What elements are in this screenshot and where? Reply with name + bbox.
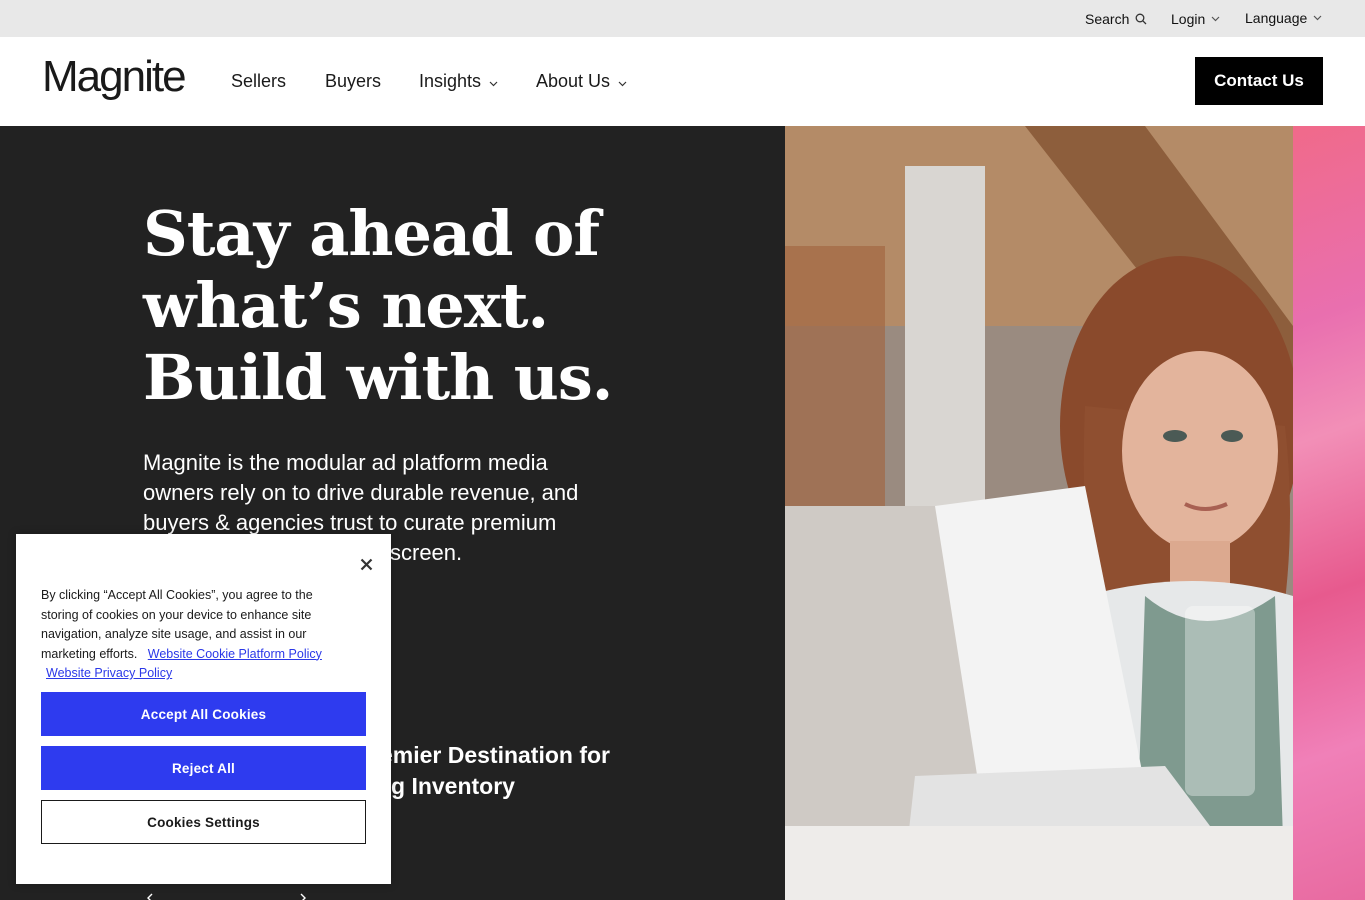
close-icon[interactable] xyxy=(354,552,378,576)
arrow-left-icon[interactable] xyxy=(145,890,155,900)
reject-all-button[interactable]: Reject All xyxy=(41,746,366,790)
hero-description-line: Magnite is the modular ad platform media xyxy=(143,450,548,475)
privacy-link-line: Website Privacy Policy xyxy=(41,664,361,684)
cookie-consent-banner: By clicking “Accept All Cookies”, you ag… xyxy=(16,534,391,884)
arrow-right-icon[interactable] xyxy=(298,890,308,900)
cookie-text-line: By clicking “Accept All Cookies”, you ag… xyxy=(41,588,313,602)
utility-bar: Search Login Language xyxy=(0,0,1365,37)
search-label: Search xyxy=(1085,10,1130,27)
chevron-down-icon xyxy=(1211,16,1220,22)
nav-buyers-label: Buyers xyxy=(325,71,382,91)
hero-title: Stay ahead of what’s next. Build with us… xyxy=(143,198,703,414)
hero-title-line: what’s next. xyxy=(143,269,549,342)
chevron-down-icon xyxy=(1313,15,1322,21)
contact-us-button[interactable]: Contact Us xyxy=(1195,57,1323,105)
chevron-down-icon xyxy=(489,71,498,92)
hero-title-line: Stay ahead of xyxy=(143,197,600,270)
language-menu[interactable]: Language xyxy=(1245,0,1322,36)
language-label: Language xyxy=(1245,9,1308,26)
cookie-text-line-wrap: marketing efforts. Website Cookie Platfo… xyxy=(41,645,361,665)
main-header: Magnite Sellers Buyers Insights About Us… xyxy=(0,37,1365,126)
cookie-description: By clicking “Accept All Cookies”, you ag… xyxy=(41,586,361,684)
cookie-text-line: navigation, analyze site usage, and assi… xyxy=(41,627,307,641)
privacy-policy-link[interactable]: Website Privacy Policy xyxy=(46,666,172,680)
search-link[interactable]: Search xyxy=(1085,0,1147,37)
nav-about-label: About Us xyxy=(536,71,611,91)
nav-insights[interactable]: Insights xyxy=(419,37,498,126)
nav-about-us[interactable]: About Us xyxy=(536,37,627,126)
nav-insights-label: Insights xyxy=(419,71,482,91)
login-menu[interactable]: Login xyxy=(1171,0,1220,37)
carousel-controls xyxy=(143,890,313,900)
hero-title-line: Build with us. xyxy=(143,341,613,414)
hero-description-line: owners rely on to drive durable revenue,… xyxy=(143,480,579,505)
hero-photo xyxy=(785,126,1293,900)
search-icon xyxy=(1135,13,1147,25)
cookie-text-line: storing of cookies on your device to enh… xyxy=(41,607,312,622)
cookies-settings-button[interactable]: Cookies Settings xyxy=(41,800,366,844)
woman-with-laptop-image xyxy=(785,126,1293,900)
login-label: Login xyxy=(1171,10,1206,27)
nav-buyers[interactable]: Buyers xyxy=(325,37,381,126)
accept-all-cookies-button[interactable]: Accept All Cookies xyxy=(41,692,366,736)
chevron-down-icon xyxy=(618,71,627,92)
cookie-text-line: marketing efforts. xyxy=(41,646,138,661)
decorative-pink-strip xyxy=(1293,126,1365,900)
cookie-policy-link[interactable]: Website Cookie Platform Policy xyxy=(148,647,322,661)
magnite-logo[interactable]: Magnite xyxy=(42,55,187,99)
nav-sellers-label: Sellers xyxy=(231,71,287,91)
nav-sellers[interactable]: Sellers xyxy=(231,37,286,126)
